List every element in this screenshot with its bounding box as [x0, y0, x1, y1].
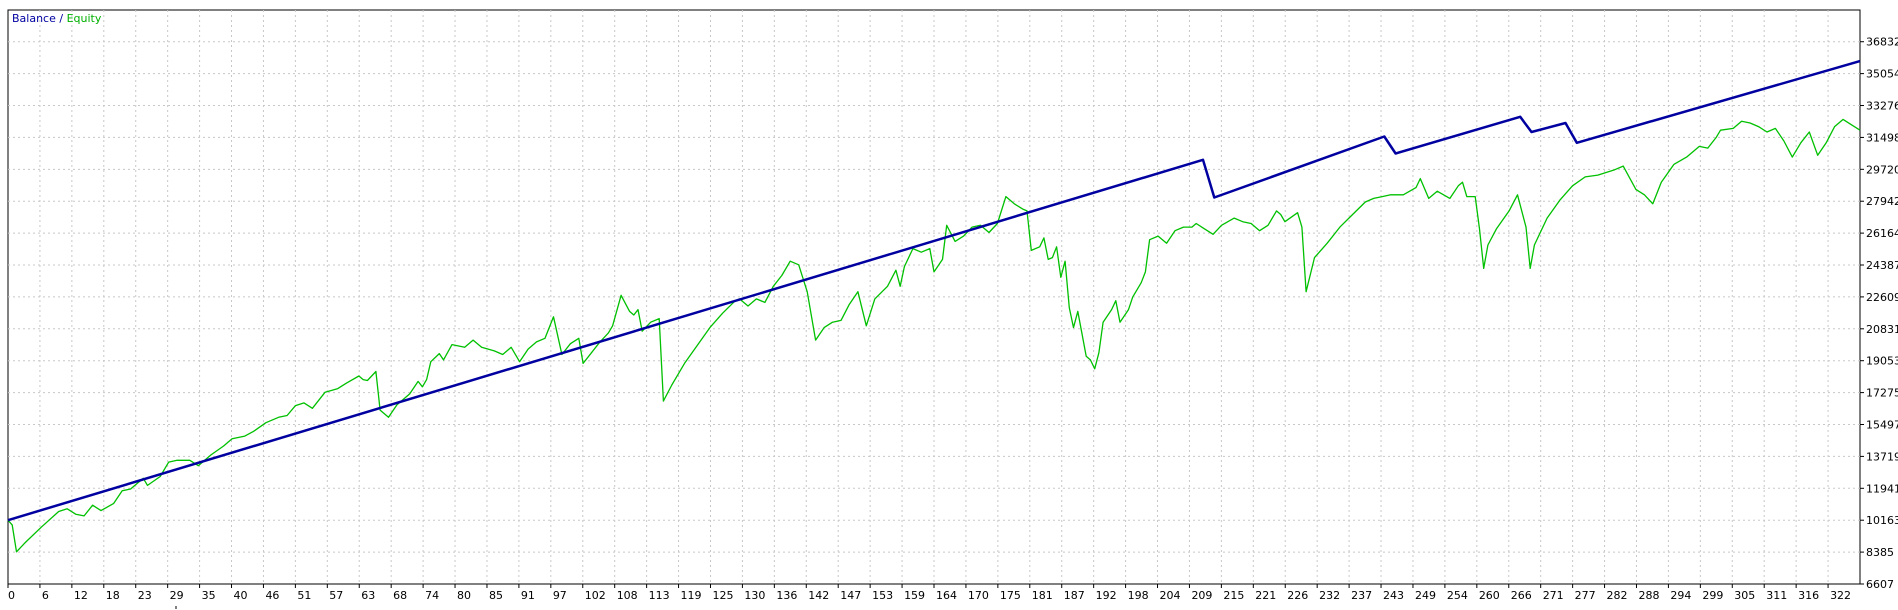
- y-tick-label: 36832: [1866, 36, 1898, 49]
- x-tick-label: 288: [1638, 589, 1659, 602]
- y-tick-label: 11941: [1866, 482, 1898, 495]
- x-tick-label: 249: [1415, 589, 1436, 602]
- legend-balance: Balance: [12, 12, 56, 25]
- chart-legend: Balance / Equity: [12, 12, 102, 25]
- y-tick-label: 19053: [1866, 355, 1898, 368]
- x-tick-label: 243: [1383, 589, 1404, 602]
- x-tick-label: 311: [1766, 589, 1787, 602]
- x-tick-label: 63: [361, 589, 375, 602]
- y-tick-label: 8385: [1866, 546, 1894, 559]
- x-tick-label: 23: [138, 589, 152, 602]
- y-axis: 6607 8385 10163 11941 13719 15497 17275 19053 20…: [1860, 36, 1898, 591]
- x-tick-label: 102: [585, 589, 606, 602]
- legend-separator: /: [56, 12, 67, 25]
- x-tick-label: 209: [1191, 589, 1212, 602]
- balance-equity-chart: 6607 8385 10163 11941 13719 15497 17275 19053 20…: [7, 9, 1898, 609]
- x-tick-label: 91: [521, 589, 535, 602]
- x-tick-label: 147: [840, 589, 861, 602]
- y-tick-label: 17275: [1866, 387, 1898, 400]
- y-tick-label: 10163: [1866, 514, 1898, 527]
- legend-equity: Equity: [67, 12, 102, 25]
- y-tick-label: 15497: [1866, 419, 1898, 432]
- x-tick-label: 136: [776, 589, 797, 602]
- x-tick-label: 51: [297, 589, 311, 602]
- y-tick-label: 35054: [1866, 68, 1898, 81]
- y-tick-label: 22609: [1866, 291, 1898, 304]
- y-tick-label: 31498: [1866, 131, 1898, 144]
- x-tick-label: 322: [1830, 589, 1851, 602]
- x-tick-label: 237: [1351, 589, 1372, 602]
- x-tick-label: 108: [617, 589, 638, 602]
- x-tick-label: 299: [1702, 589, 1723, 602]
- y-tick-label: 13719: [1866, 450, 1898, 463]
- x-tick-label: 277: [1575, 589, 1596, 602]
- x-tick-label: 119: [681, 589, 702, 602]
- x-tick-label: 142: [808, 589, 829, 602]
- y-tick-label: 20831: [1866, 323, 1898, 336]
- x-tick-label: 282: [1607, 589, 1628, 602]
- x-tick-label: 130: [744, 589, 765, 602]
- x-tick-label: 198: [1128, 589, 1149, 602]
- x-tick-label: 254: [1447, 589, 1468, 602]
- x-tick-label: 125: [712, 589, 733, 602]
- x-tick-label: 316: [1798, 589, 1819, 602]
- x-tick-label: 159: [904, 589, 925, 602]
- y-tick-label: 24387: [1866, 259, 1898, 272]
- x-tick-label: 0: [8, 589, 15, 602]
- x-tick-label: 46: [265, 589, 279, 602]
- x-tick-label: 170: [968, 589, 989, 602]
- x-tick-label: 226: [1287, 589, 1308, 602]
- x-tick-label: 40: [234, 589, 248, 602]
- x-tick-label: 305: [1734, 589, 1755, 602]
- x-tick-label: 97: [553, 589, 567, 602]
- x-axis: 0 6 12 18 23 29 35 40 46 51 57 63 68 74 80 85 91 97 102 108…: [7, 584, 1851, 602]
- x-tick-label: 221: [1255, 589, 1276, 602]
- x-tick-label: 271: [1543, 589, 1564, 602]
- x-tick-label: 266: [1511, 589, 1532, 602]
- x-tick-label: 80: [457, 589, 471, 602]
- y-tick-label: 27942: [1866, 195, 1898, 208]
- x-tick-label: 18: [106, 589, 120, 602]
- x-tick-label: 85: [489, 589, 503, 602]
- x-tick-label: 260: [1479, 589, 1500, 602]
- x-tick-label: 12: [74, 589, 88, 602]
- x-tick-label: 6: [42, 589, 49, 602]
- x-tick-label: 215: [1223, 589, 1244, 602]
- x-tick-label: 153: [872, 589, 893, 602]
- x-tick-label: 68: [393, 589, 407, 602]
- x-tick-label: 232: [1319, 589, 1340, 602]
- x-tick-label: 57: [329, 589, 343, 602]
- x-tick-label: 294: [1670, 589, 1691, 602]
- y-tick-label: 6607: [1866, 578, 1894, 591]
- x-tick-label: 181: [1032, 589, 1053, 602]
- x-tick-label: 74: [425, 589, 439, 602]
- x-tick-label: 164: [936, 589, 957, 602]
- x-tick-label: 35: [202, 589, 216, 602]
- x-tick-label: 175: [1000, 589, 1021, 602]
- x-tick-label: 113: [649, 589, 670, 602]
- x-tick-label: 204: [1160, 589, 1181, 602]
- y-tick-label: 29720: [1866, 163, 1898, 176]
- y-tick-label: 26164: [1866, 227, 1898, 240]
- x-tick-label: 187: [1064, 589, 1085, 602]
- y-tick-label: 33276: [1866, 100, 1898, 113]
- x-tick-label: 192: [1096, 589, 1117, 602]
- x-tick-label: 29: [170, 589, 184, 602]
